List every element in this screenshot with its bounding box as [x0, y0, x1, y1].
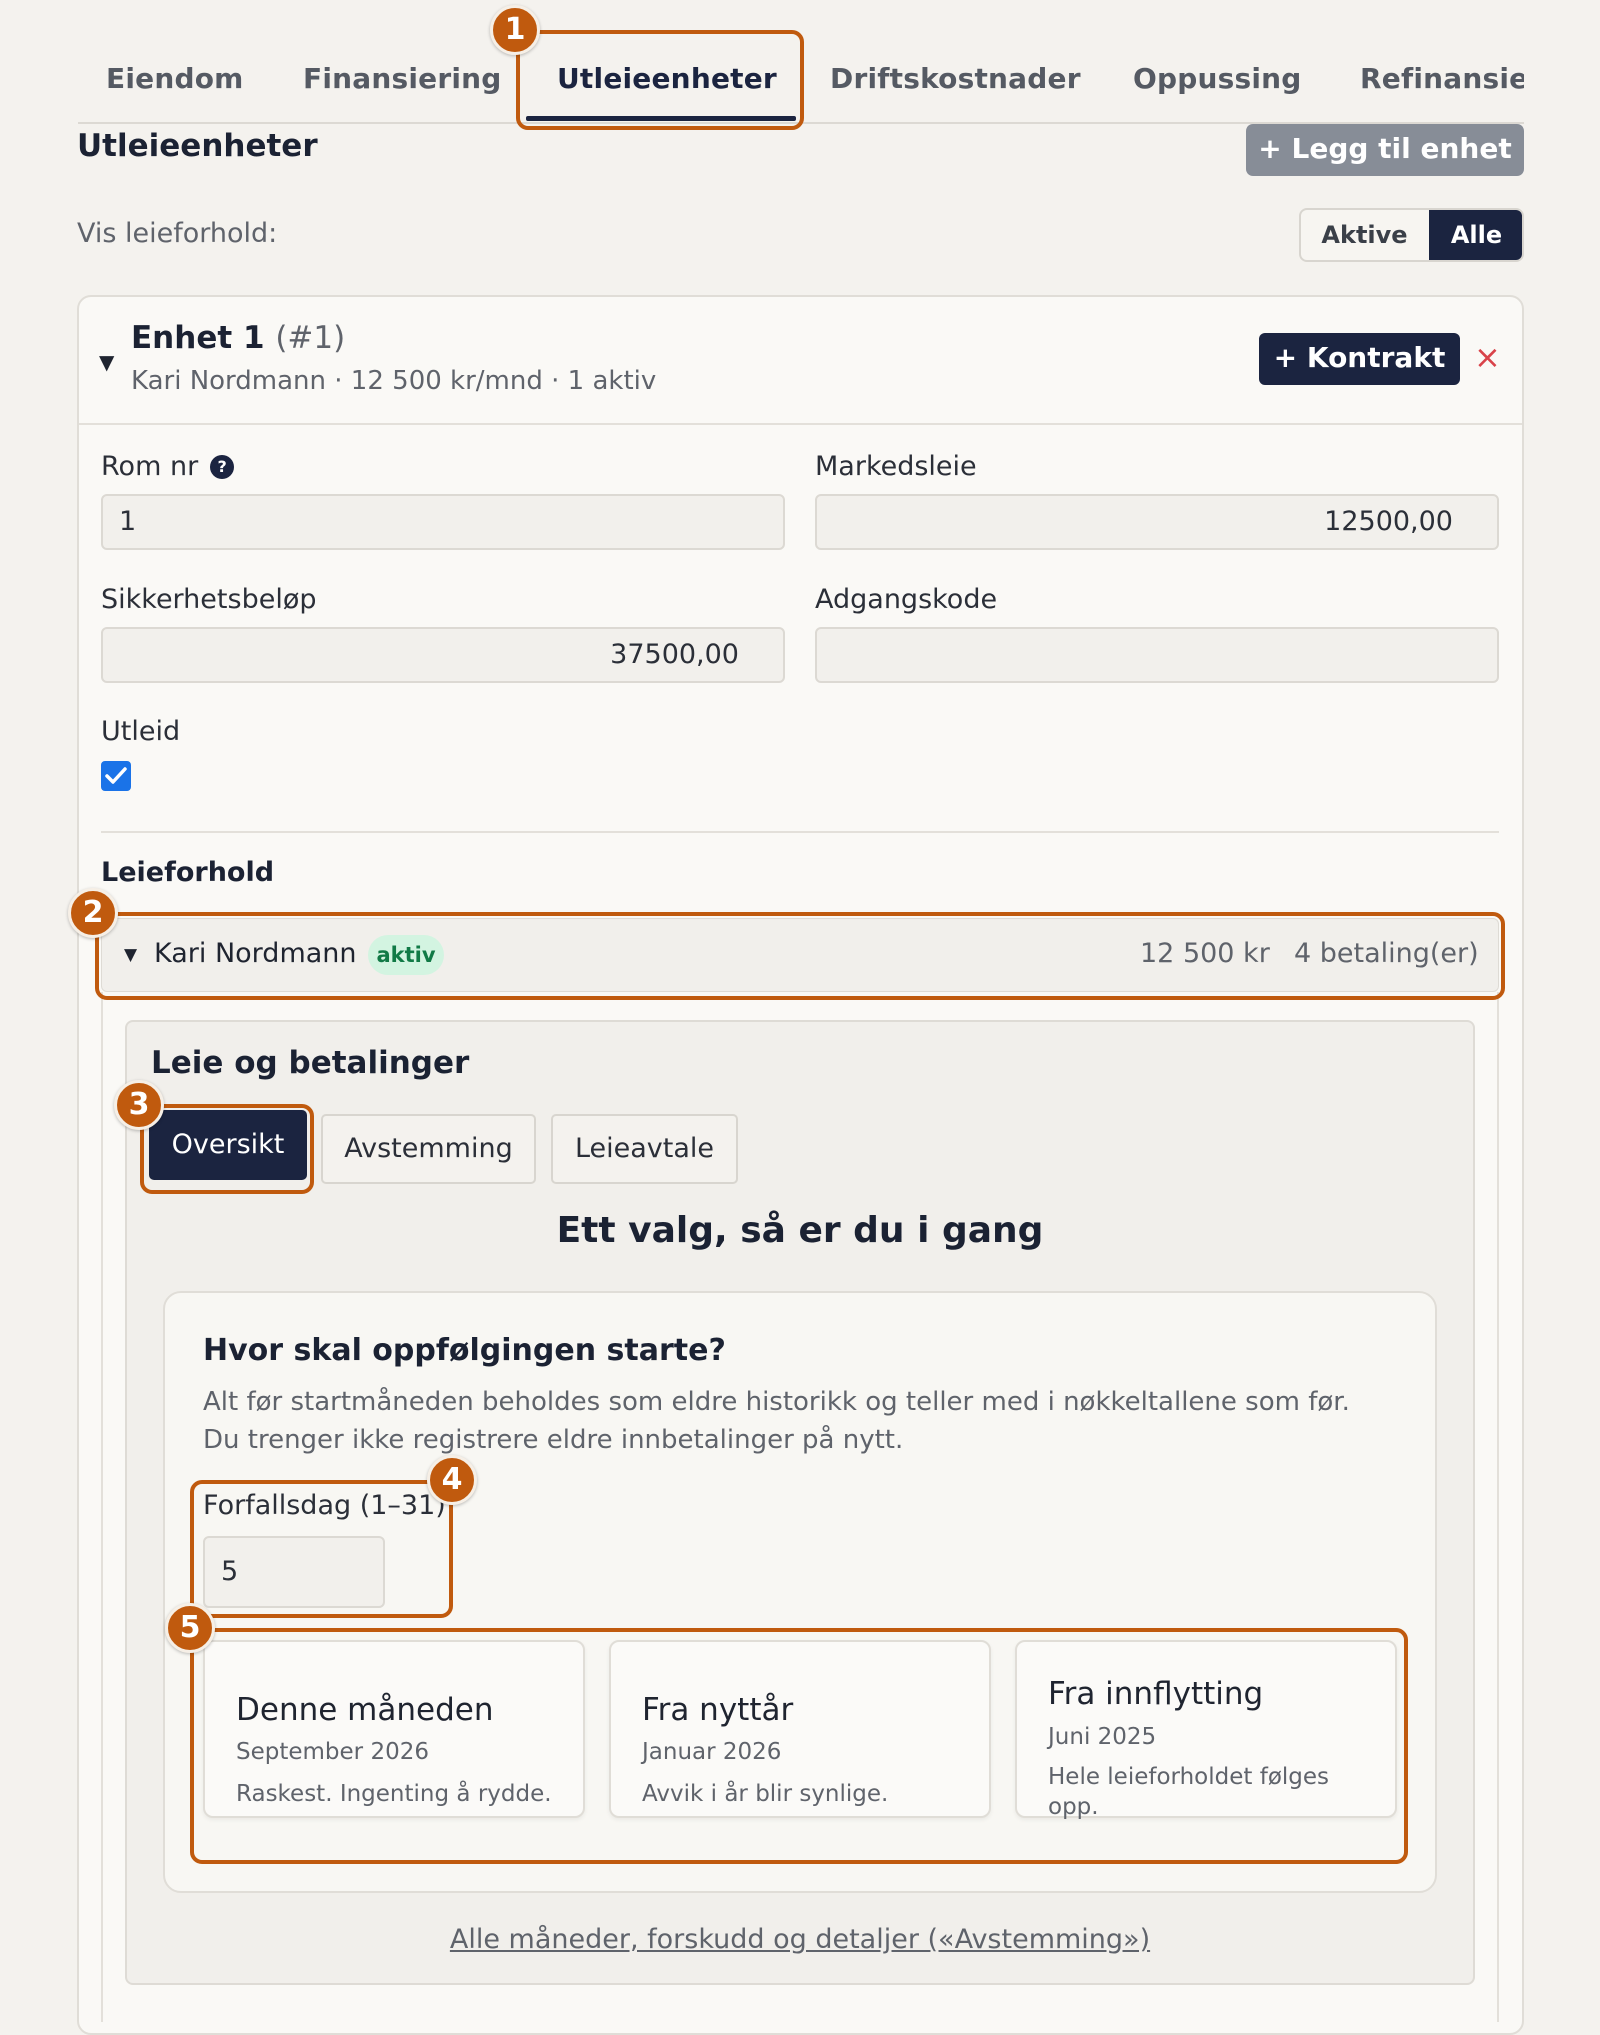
lease-filter-label: Vis leieforhold:: [77, 218, 278, 249]
start-question: Hvor skal oppfølgingen starte?: [203, 1333, 726, 1368]
lease-filter-toggle: Aktive Alle: [1299, 208, 1524, 262]
remove-unit-icon[interactable]: ×: [1474, 338, 1501, 376]
rent-payments-title: Leie og betalinger: [151, 1045, 470, 1081]
onboarding-headline: Ett valg, så er du i gang: [556, 1210, 1044, 1251]
card-header-divider: [79, 423, 1522, 425]
deposit-label: Sikkerhetsbeløp: [101, 584, 317, 615]
callout-highlight-4: [190, 1480, 453, 1618]
market-rent-label: Markedsleie: [815, 451, 977, 482]
add-contract-button[interactable]: + Kontrakt: [1259, 333, 1460, 385]
rented-label: Utleid: [101, 716, 181, 747]
callout-highlight-5: [190, 1628, 1408, 1864]
start-description: Alt før startmåneden beholdes som eldre …: [203, 1383, 1423, 1459]
tab-driftskostnader[interactable]: Driftskostnader: [830, 62, 1081, 95]
reconciliation-link[interactable]: Alle måneder, forskudd og detaljer («Avs…: [125, 1924, 1475, 1955]
deposit-input[interactable]: 37500,00: [101, 627, 785, 683]
add-unit-button[interactable]: + Legg til enhet: [1246, 124, 1524, 176]
market-rent-input[interactable]: 12500,00: [815, 494, 1499, 550]
tab-eiendom[interactable]: Eiendom: [106, 62, 244, 95]
callout-marker-1: 1: [490, 5, 540, 55]
unit-number: (#1): [275, 320, 346, 356]
checkmark-icon: [105, 767, 127, 784]
page-title: Utleieenheter: [77, 128, 318, 164]
callout-marker-2: 2: [68, 888, 118, 938]
tab-avstemming[interactable]: Avstemming: [321, 1114, 536, 1184]
callout-marker-4: 4: [427, 1455, 477, 1505]
start-description-line-2: Du trenger ikke registrere eldre innbeta…: [203, 1425, 904, 1455]
callout-marker-5: 5: [165, 1603, 215, 1653]
start-description-line-1: Alt før startmåneden beholdes som eldre …: [203, 1387, 1350, 1417]
unit-collapse-caret-icon[interactable]: ▼: [99, 350, 114, 374]
leases-heading: Leieforhold: [101, 857, 275, 888]
filter-aktive-button[interactable]: Aktive: [1301, 210, 1428, 260]
tab-leieavtale[interactable]: Leieavtale: [551, 1114, 738, 1184]
tab-oppussing[interactable]: Oppussing: [1133, 62, 1302, 95]
callout-highlight-1: [516, 30, 804, 130]
room-number-input[interactable]: 1: [101, 494, 785, 550]
tab-finansiering[interactable]: Finansiering: [303, 62, 502, 95]
section-divider: [101, 831, 1499, 833]
room-number-label: Rom nr?: [101, 451, 235, 482]
help-icon[interactable]: ?: [210, 455, 235, 479]
room-number-label-text: Rom nr: [101, 451, 199, 482]
callout-highlight-2: [95, 912, 1505, 1000]
unit-name: Enhet 1: [131, 320, 265, 356]
filter-alle-button[interactable]: Alle: [1429, 210, 1522, 260]
rented-checkbox[interactable]: [101, 761, 131, 791]
tab-refinansiering[interactable]: Refinansiering: [1360, 62, 1524, 95]
unit-summary: Kari Nordmann · 12 500 kr/mnd · 1 aktiv: [131, 366, 657, 396]
unit-title: Enhet 1 (#1): [131, 320, 345, 356]
callout-highlight-3: [140, 1104, 314, 1194]
callout-marker-3: 3: [114, 1080, 164, 1130]
access-code-label: Adgangskode: [815, 584, 998, 615]
access-code-input[interactable]: [815, 627, 1499, 683]
